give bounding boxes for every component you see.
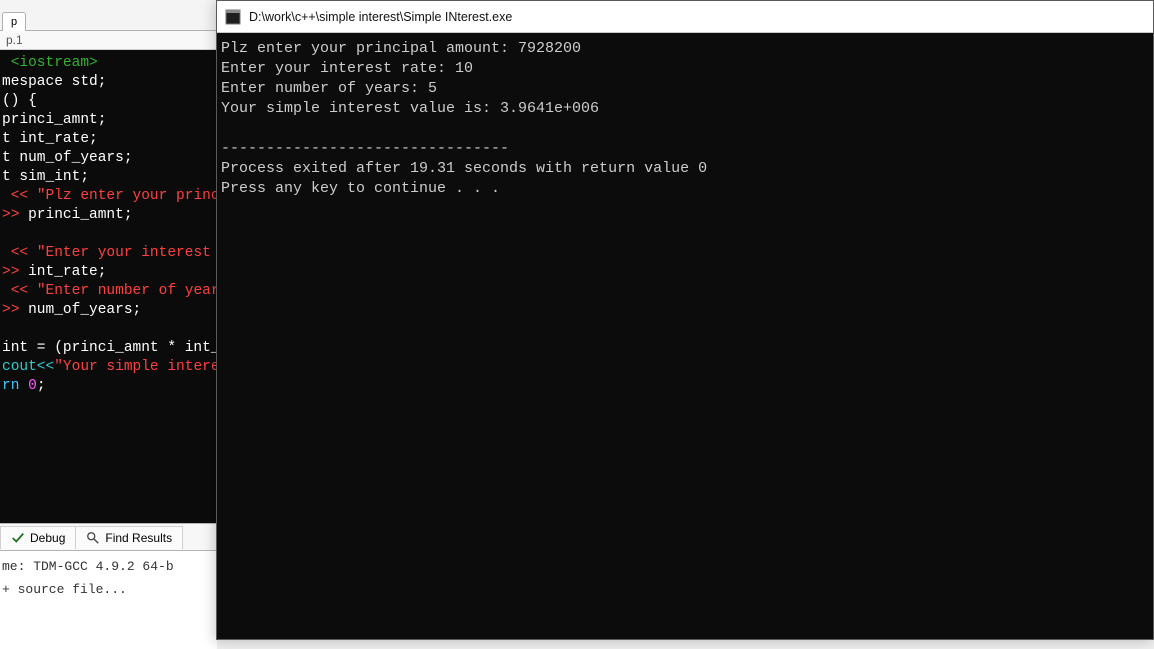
code-text: () { [2, 93, 37, 109]
code-operator: << [2, 188, 37, 204]
line-column-indicator: p.1 [0, 31, 217, 50]
code-text: mespace std; [2, 74, 106, 90]
code-keyword: rn [2, 378, 28, 394]
console-output[interactable]: Plz enter your principal amount: 7928200… [217, 33, 1153, 639]
code-number: 0 [28, 378, 37, 394]
code-text: num_of_years; [28, 302, 141, 318]
code-operator: >> [2, 207, 28, 223]
console-line: Your simple interest value is: 3.9641e+0… [221, 100, 599, 117]
code-operator: >> [2, 302, 28, 318]
code-editor[interactable]: <iostream> mespace std; () { princi_amnt… [0, 50, 217, 523]
compiler-status-line: me: TDM-GCC 4.9.2 64-b [0, 551, 217, 578]
code-text: ; [37, 378, 46, 394]
magnifier-icon [86, 531, 100, 545]
console-titlebar[interactable]: D:\work\c++\simple interest\Simple INter… [217, 1, 1153, 33]
editor-tab[interactable]: p [2, 12, 26, 31]
code-text: t num_of_years; [2, 150, 133, 166]
editor-tab-bar: p [0, 0, 217, 31]
console-window: D:\work\c++\simple interest\Simple INter… [216, 0, 1154, 640]
code-text: cout<< [2, 359, 54, 375]
code-string: "Your simple intere [54, 359, 217, 375]
code-string: "Plz enter your princ [37, 188, 217, 204]
tab-debug-label: Debug [30, 531, 65, 545]
code-preproc: <iostream> [2, 55, 98, 71]
ide-wrapper: p p.1 <iostream> mespace std; () { princ… [0, 0, 217, 649]
code-text: t sim_int; [2, 169, 89, 185]
console-title-text: D:\work\c++\simple interest\Simple INter… [249, 10, 512, 24]
tab-find-results[interactable]: Find Results [76, 526, 183, 549]
code-text: princi_amnt; [28, 207, 132, 223]
console-line: Plz enter your principal amount: 7928200 [221, 40, 581, 57]
console-line: Enter number of years: 5 [221, 80, 437, 97]
code-text: int_rate; [28, 264, 106, 280]
check-icon [11, 531, 25, 545]
console-line: -------------------------------- [221, 140, 509, 157]
console-line: Process exited after 19.31 seconds with … [221, 160, 707, 177]
console-line: Press any key to continue . . . [221, 180, 500, 197]
code-operator: >> [2, 264, 28, 280]
code-text: int = (princi_amnt * int_ [2, 340, 217, 356]
code-operator: << [2, 283, 37, 299]
code-string: "Enter your interest [37, 245, 217, 261]
console-line: Enter your interest rate: 10 [221, 60, 473, 77]
code-operator: << [2, 245, 37, 261]
tab-debug[interactable]: Debug [0, 526, 76, 549]
console-app-icon [225, 9, 241, 25]
code-text: princi_amnt; [2, 112, 106, 128]
code-string: "Enter number of year [37, 283, 217, 299]
code-text: t int_rate; [2, 131, 98, 147]
compiler-status-line2: + source file... [0, 578, 217, 601]
bottom-tab-bar: Debug Find Results [0, 523, 217, 551]
tab-find-label: Find Results [105, 531, 172, 545]
